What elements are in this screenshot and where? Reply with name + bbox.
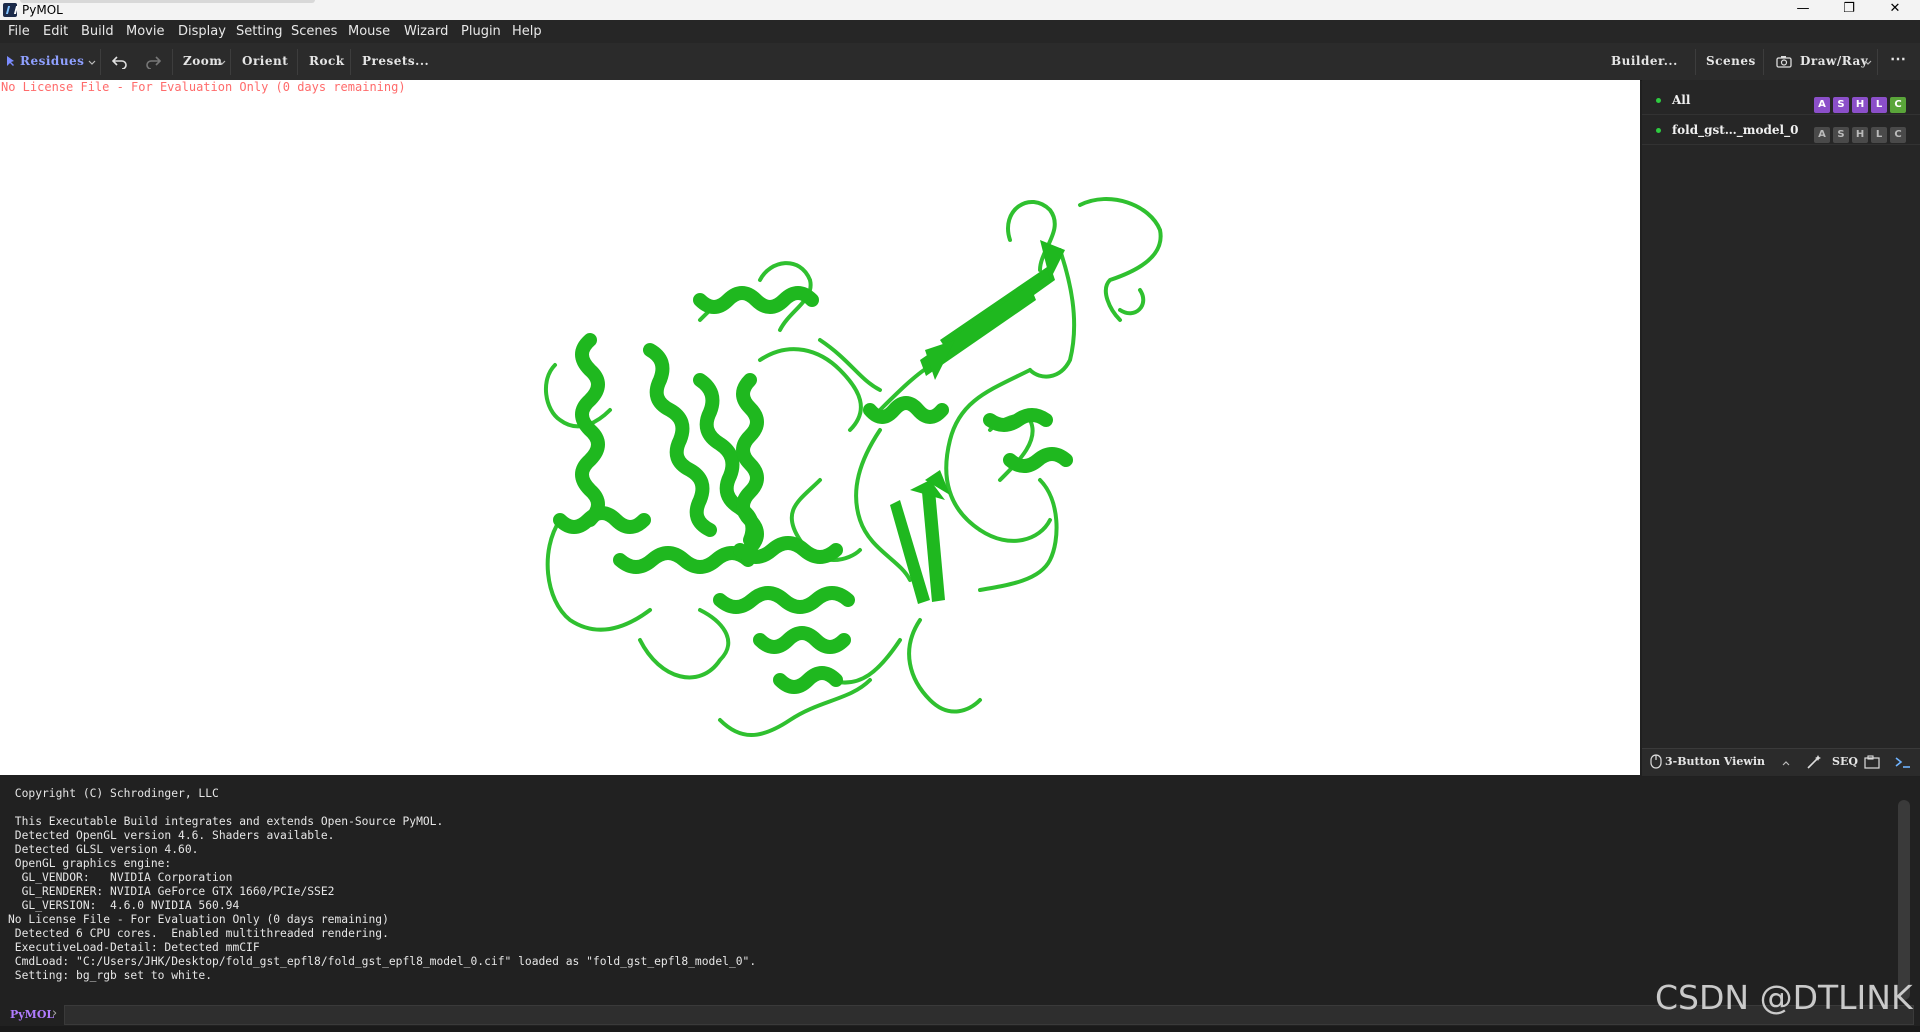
menu-edit[interactable]: Edit	[43, 24, 68, 39]
menu-movie[interactable]: Movie	[126, 24, 164, 39]
console-line: GL_VERSION: 4.6.0 NVIDIA 560.94	[8, 899, 240, 912]
console-scrollbar[interactable]	[1898, 800, 1910, 1000]
object-row-all[interactable]: All ASHLC	[1642, 86, 1920, 115]
tab-indicator	[20, 0, 315, 3]
console-output: Copyright (C) Schrodinger, LLC This Exec…	[0, 777, 1920, 1007]
object-panel: All ASHLC fold_gst…_model_0 ASHLC	[1642, 80, 1920, 775]
chevron-down-icon	[218, 60, 226, 65]
close-button[interactable]: ✕	[1872, 0, 1918, 20]
sequence-toggle[interactable]: SEQ	[1832, 755, 1858, 768]
minimize-button[interactable]: —	[1780, 0, 1826, 20]
action-button[interactable]: A	[1814, 97, 1830, 113]
viewer-toolstrip: 3-Button Viewin SEQ	[1642, 748, 1920, 776]
console-line: GL_RENDERER: NVIDIA GeForce GTX 1660/PCI…	[8, 885, 335, 898]
toolbar-divider	[100, 49, 101, 75]
terminal-icon[interactable]	[1894, 755, 1912, 769]
magic-wand-icon[interactable]	[1806, 754, 1822, 770]
label-button[interactable]: L	[1871, 127, 1887, 143]
console-line: Detected GLSL version 4.60.	[8, 843, 199, 856]
menu-setting[interactable]: Setting	[236, 24, 283, 39]
menu-mouse[interactable]: Mouse	[348, 24, 390, 39]
object-row-model[interactable]: fold_gst…_model_0 ASHLC	[1642, 116, 1920, 145]
toolbar-divider	[350, 49, 351, 75]
zoom-button[interactable]: Zoom	[183, 54, 222, 68]
object-name: All	[1672, 93, 1691, 107]
pymol-app-icon	[3, 3, 17, 17]
menu-plugin[interactable]: Plugin	[461, 24, 501, 39]
chevron-up-icon	[1782, 761, 1790, 766]
draw-ray-button[interactable]: Draw/Ray	[1800, 54, 1868, 68]
action-button[interactable]: A	[1814, 127, 1830, 143]
menu-display[interactable]: Display	[178, 24, 226, 39]
color-button[interactable]: C	[1890, 127, 1906, 143]
label-button[interactable]: L	[1871, 97, 1887, 113]
menu-wizard[interactable]: Wizard	[404, 24, 448, 39]
show-button[interactable]: S	[1833, 127, 1849, 143]
orient-button[interactable]: Orient	[242, 54, 288, 68]
selection-mode-label: Residues	[20, 54, 85, 68]
command-bar: PyMOL ›	[0, 1003, 1920, 1026]
presets-button[interactable]: Presets...	[362, 54, 429, 68]
chevron-down-icon	[1864, 60, 1872, 65]
protein-cartoon[interactable]	[0, 80, 1640, 775]
console-line: Detected OpenGL version 4.6. Shaders ava…	[8, 829, 335, 842]
menu-file[interactable]: File	[8, 24, 30, 39]
title-bar: PyMOL — ❐ ✕	[0, 0, 1920, 20]
visibility-dot[interactable]	[1656, 128, 1661, 133]
more-options-icon[interactable]: ⋯	[1890, 49, 1907, 68]
console-line: This Executable Build integrates and ext…	[8, 815, 444, 828]
rock-button[interactable]: Rock	[309, 54, 345, 68]
console-line: CmdLoad: "C:/Users/JHK/Desktop/fold_gst_…	[8, 955, 757, 968]
mouse-icon	[1650, 754, 1662, 769]
redo-icon[interactable]	[145, 55, 161, 69]
command-prompt: PyMOL	[10, 1008, 55, 1021]
toolbar-divider	[297, 49, 298, 75]
selection-mode-dropdown[interactable]: Residues	[4, 53, 96, 70]
prompt-chevron-icon: ›	[52, 1006, 58, 1021]
visibility-dot[interactable]	[1656, 98, 1661, 103]
console-line: GL_VENDOR: NVIDIA Corporation	[8, 871, 233, 884]
console-line: Copyright (C) Schrodinger, LLC	[8, 787, 219, 800]
console-line: OpenGL graphics engine:	[8, 857, 172, 870]
object-name: fold_gst…_model_0	[1672, 123, 1799, 137]
watermark: CSDN @DTLINK	[1655, 978, 1913, 1017]
scenes-button[interactable]: Scenes	[1706, 54, 1756, 68]
window-title: PyMOL	[22, 3, 63, 17]
toolbar-divider	[172, 49, 173, 75]
toolbar-divider	[1695, 49, 1696, 75]
command-input[interactable]	[64, 1005, 1914, 1025]
console-line: No License File - For Evaluation Only (0…	[8, 913, 389, 926]
molecule-viewer[interactable]: No License File - For Evaluation Only (0…	[0, 80, 1640, 775]
cursor-icon	[7, 56, 14, 66]
toolbar-divider	[1763, 49, 1764, 75]
builder-button[interactable]: Builder...	[1611, 54, 1678, 68]
chevron-down-icon	[88, 60, 96, 65]
menu-scenes[interactable]: Scenes	[291, 24, 337, 39]
panel-icon[interactable]	[1864, 755, 1880, 769]
bottom-strip	[0, 1026, 1920, 1032]
show-button[interactable]: S	[1833, 97, 1849, 113]
menu-build[interactable]: Build	[81, 24, 114, 39]
color-button[interactable]: C	[1890, 97, 1906, 113]
undo-icon[interactable]	[112, 55, 128, 69]
toolbar-divider	[1877, 49, 1878, 75]
toolbar-divider	[230, 49, 231, 75]
toolbar: Residues Zoom Orient Rock Presets... Bui…	[0, 43, 1920, 81]
menu-help[interactable]: Help	[512, 24, 542, 39]
hide-button[interactable]: H	[1852, 97, 1868, 113]
mouse-mode-label[interactable]: 3-Button Viewin	[1665, 755, 1765, 768]
camera-icon	[1776, 56, 1792, 68]
console-line: ExecutiveLoad-Detail: Detected mmCIF	[8, 941, 260, 954]
hide-button[interactable]: H	[1852, 127, 1868, 143]
console-line: Detected 6 CPU cores. Enabled multithrea…	[8, 927, 389, 940]
menu-bar: File Edit Build Movie Display Setting Sc…	[0, 20, 1920, 43]
maximize-button[interactable]: ❐	[1826, 0, 1872, 20]
console-line: Setting: bg_rgb set to white.	[8, 969, 213, 982]
